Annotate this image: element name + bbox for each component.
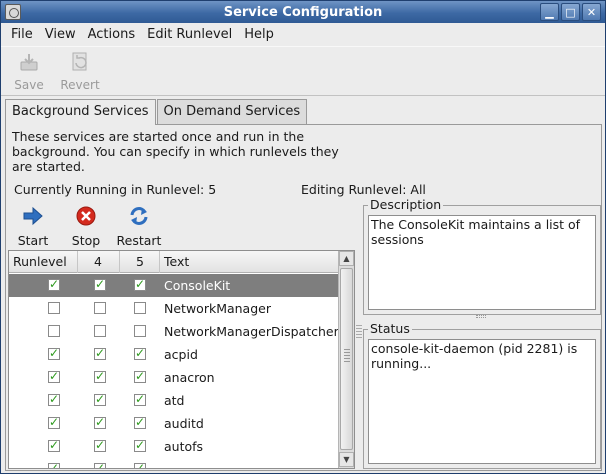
tab-on-demand-services[interactable]: On Demand Services [156,99,308,124]
save-icon [20,54,38,71]
runlevel-5-checkbox[interactable] [134,461,146,468]
start-label: Start [17,233,49,248]
runlevel-3-checkbox[interactable] [48,392,60,406]
menu-view[interactable]: View [39,27,82,42]
service-name: ConsoleKit [164,278,231,293]
description-text: The ConsoleKit maintains a list of sessi… [368,215,596,310]
description-frame: Description The ConsoleKit maintains a l… [363,197,601,315]
header-runlevel-4[interactable]: 4 [78,251,120,273]
service-name: NetworkManagerDispatcher [164,324,339,339]
restart-label: Restart [116,233,162,248]
title-bar[interactable]: Service Configuration ▁ □ ✕ [1,1,605,23]
window-title: Service Configuration [223,4,383,20]
runlevel-5-checkbox[interactable] [134,415,146,429]
service-name: autofs [164,439,204,454]
revert-icon [72,52,87,71]
toolbar: Save Revert [1,46,605,96]
runlevel-5-checkbox[interactable] [134,346,146,360]
runlevel-3-checkbox[interactable] [48,325,60,337]
scroll-down-arrow[interactable]: ▼ [339,452,354,467]
revert-label: Revert [60,78,100,92]
list-header: Runlevel 3 4 5 Text [9,251,339,291]
current-runlevel: Currently Running in Runlevel: 5 [14,182,217,197]
scroll-up-arrow[interactable]: ▲ [339,251,354,266]
runlevel-4-checkbox[interactable] [94,415,106,429]
service-name: acpid [164,347,198,362]
runlevel-4-checkbox[interactable] [94,302,106,314]
close-button[interactable]: ✕ [582,3,601,21]
runlevel-3-checkbox[interactable] [48,438,60,452]
pane-splitter-handle[interactable] [356,325,362,339]
runlevel-5-checkbox[interactable] [134,325,146,337]
services-list[interactable]: Runlevel 3 4 5 Text ConsoleKit NetworkMan… [8,250,355,469]
stop-button[interactable]: Stop [68,205,104,248]
runlevel-5-checkbox[interactable] [134,438,146,452]
tab-background-services[interactable]: Background Services [5,99,156,125]
runlevel-3-checkbox[interactable] [48,302,60,314]
table-row[interactable]: ConsoleKit [9,274,339,297]
service-name: anacron [164,370,215,385]
runlevel-3-checkbox[interactable] [48,346,60,360]
list-scrollbar[interactable]: ▲ ▼ [338,251,354,468]
tab-bar: Background Services On Demand Services [5,99,308,125]
start-button[interactable]: Start [16,205,50,248]
window: Service Configuration ▁ □ ✕ File View Ac… [0,0,606,474]
menu-edit-runlevel[interactable]: Edit Runlevel [141,27,238,42]
service-name: auditd [164,416,204,431]
background-services-panel: These services are started once and run … [5,124,602,471]
runlevel-3-checkbox[interactable] [48,415,60,429]
runlevel-3-checkbox[interactable] [48,461,60,468]
table-row[interactable]: atd [9,389,339,412]
restart-button[interactable]: Restart [116,205,162,248]
menu-bar: File View Actions Edit Runlevel Help [1,23,605,45]
revert-button[interactable]: Revert [57,51,103,92]
runlevel-5-checkbox[interactable] [134,369,146,383]
stop-icon [76,206,96,226]
stop-label: Stop [71,233,101,248]
start-arrow-icon [23,206,43,226]
table-row[interactable]: acpid [9,343,339,366]
header-text[interactable]: Text [160,251,339,273]
runlevel-5-checkbox[interactable] [134,302,146,314]
service-name: atd [164,393,185,408]
status-label: Status [368,321,412,336]
table-row[interactable] [9,458,339,468]
service-name: NetworkManager [164,301,271,316]
table-row[interactable]: autofs [9,435,339,458]
runlevel-4-checkbox[interactable] [94,438,106,452]
table-row[interactable]: anacron [9,366,339,389]
header-runlevel-5[interactable]: 5 [120,251,160,273]
table-row[interactable]: NetworkManager [9,297,339,320]
header-runlevel-3[interactable]: Runlevel 3 [9,251,78,291]
runlevel-5-checkbox[interactable] [134,392,146,406]
runlevel-5-checkbox[interactable] [134,277,146,291]
runlevel-4-checkbox[interactable] [94,369,106,383]
menu-actions[interactable]: Actions [82,27,142,42]
restart-icon [130,207,148,225]
menu-file[interactable]: File [5,27,39,42]
status-text: console-kit-daemon (pid 2281) is running… [368,339,596,464]
runlevel-4-checkbox[interactable] [94,325,106,337]
runlevel-3-checkbox[interactable] [48,277,60,291]
runlevel-3-checkbox[interactable] [48,369,60,383]
runlevel-4-checkbox[interactable] [94,346,106,360]
app-icon [5,4,21,20]
save-button[interactable]: Save [6,51,52,92]
menu-help[interactable]: Help [238,27,280,42]
minimize-button[interactable]: ▁ [540,3,559,21]
scroll-thumb[interactable] [340,268,353,450]
runlevel-4-checkbox[interactable] [94,392,106,406]
runlevel-4-checkbox[interactable] [94,461,106,468]
runlevel-4-checkbox[interactable] [94,277,106,291]
list-rows: ConsoleKit NetworkManager NetworkManagerDi… [9,274,339,468]
description-label: Description [368,197,444,212]
table-row[interactable]: NetworkManagerDispatcher [9,320,339,343]
maximize-button[interactable]: □ [561,3,580,21]
table-row[interactable]: auditd [9,412,339,435]
save-label: Save [14,78,44,92]
intro-text: These services are started once and run … [12,129,339,174]
status-frame: Status console-kit-daemon (pid 2281) is … [363,321,601,469]
editing-runlevel: Editing Runlevel: All [301,182,426,197]
